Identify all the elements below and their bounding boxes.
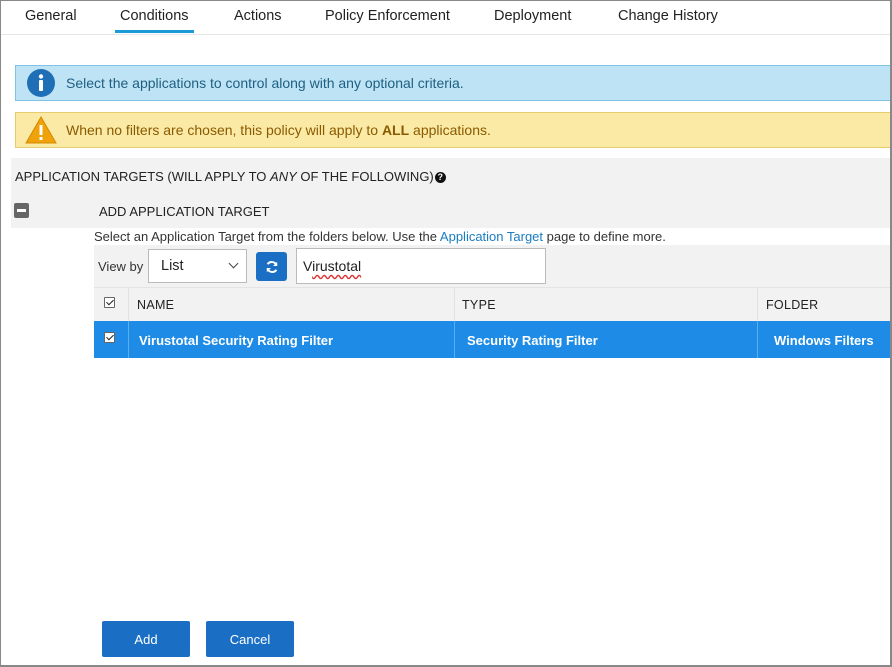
- view-by-select[interactable]: List: [148, 249, 247, 283]
- info-alert: Select the applications to control along…: [15, 65, 890, 101]
- section-title-emphasis: ANY: [270, 169, 297, 184]
- column-divider: [757, 321, 758, 358]
- add-target-title: ADD APPLICATION TARGET: [99, 204, 270, 219]
- warning-text-emphasis: ALL: [381, 122, 410, 138]
- tab-conditions[interactable]: Conditions: [115, 8, 194, 33]
- view-by-label: View by: [98, 259, 144, 274]
- tab-actions[interactable]: Actions: [234, 8, 282, 24]
- column-divider: [128, 321, 129, 358]
- column-header-folder[interactable]: FOLDER: [766, 298, 819, 312]
- warning-icon: [16, 113, 66, 147]
- column-divider: [454, 288, 455, 322]
- tab-bar: General Conditions Actions Policy Enforc…: [1, 1, 890, 35]
- question-circle-icon[interactable]: ?: [434, 172, 446, 184]
- warning-text-end: applications.: [409, 122, 491, 138]
- warning-alert: When no filters are chosen, this policy …: [15, 112, 890, 148]
- section-title-end: OF THE FOLLOWING): [296, 169, 434, 184]
- column-divider: [757, 288, 758, 322]
- info-icon: [16, 66, 66, 100]
- help-text: Select an Application Target from the fo…: [94, 229, 666, 244]
- refresh-icon: [266, 260, 277, 273]
- row-type: Security Rating Filter: [467, 333, 598, 348]
- application-target-link[interactable]: Application Target: [440, 229, 543, 244]
- add-button[interactable]: Add: [102, 621, 190, 657]
- tab-policy-enforcement[interactable]: Policy Enforcement: [325, 8, 450, 24]
- warning-alert-text: When no filters are chosen, this policy …: [66, 122, 491, 138]
- collapse-minus-icon[interactable]: [14, 203, 29, 218]
- info-alert-text: Select the applications to control along…: [66, 75, 464, 91]
- chevron-down-icon: [228, 258, 239, 269]
- search-input[interactable]: Virustotal: [296, 248, 546, 284]
- row-checkbox[interactable]: [104, 332, 115, 343]
- add-application-target-row: ADD APPLICATION TARGET: [11, 194, 890, 228]
- table-header: NAME TYPE FOLDER: [94, 287, 890, 322]
- view-by-value: List: [161, 258, 184, 274]
- policy-editor-panel: General Conditions Actions Policy Enforc…: [0, 0, 892, 667]
- warning-text-start: When no filters are chosen, this policy …: [66, 122, 382, 138]
- tab-general[interactable]: General: [25, 8, 77, 24]
- table-row[interactable]: Virustotal Security Rating Filter Securi…: [94, 321, 890, 358]
- column-header-type[interactable]: TYPE: [462, 298, 496, 312]
- section-title-start: APPLICATION TARGETS (WILL APPLY TO: [15, 169, 271, 184]
- search-value-first: V: [303, 258, 313, 274]
- column-divider: [128, 288, 129, 322]
- tab-deployment[interactable]: Deployment: [494, 8, 571, 24]
- row-folder: Windows Filters: [774, 333, 874, 348]
- search-value-rest: irustotal: [312, 258, 362, 274]
- help-text-end: page to define more.: [543, 229, 666, 244]
- column-divider: [454, 321, 455, 358]
- filter-bar: View by List Virustotal: [94, 245, 890, 287]
- column-header-name[interactable]: NAME: [137, 298, 174, 312]
- application-targets-header: APPLICATION TARGETS (WILL APPLY TO ANY O…: [11, 158, 890, 194]
- refresh-button[interactable]: [256, 252, 287, 281]
- tab-change-history[interactable]: Change History: [618, 8, 718, 24]
- select-all-checkbox[interactable]: [104, 297, 115, 308]
- cancel-button[interactable]: Cancel: [206, 621, 294, 657]
- row-name: Virustotal Security Rating Filter: [139, 333, 334, 348]
- help-text-start: Select an Application Target from the fo…: [94, 229, 440, 244]
